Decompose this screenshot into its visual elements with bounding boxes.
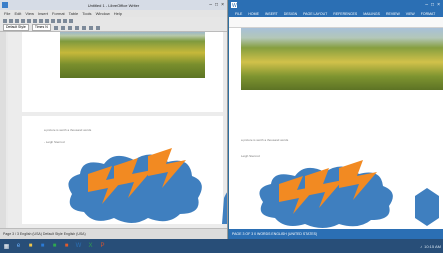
quote-text: a picture is worth a thousand words bbox=[44, 128, 92, 132]
print-icon[interactable] bbox=[21, 18, 25, 23]
ribbon-tab-bar: FILE HOME INSERT DESIGN PAGE LAYOUT REFE… bbox=[229, 10, 443, 17]
cloud-lightning-graphic bbox=[259, 160, 439, 228]
menu-window[interactable]: Window bbox=[96, 11, 110, 16]
menu-tools[interactable]: Tools bbox=[82, 11, 91, 16]
ie-icon[interactable]: e bbox=[14, 241, 23, 251]
word-app-icon: W bbox=[231, 2, 237, 8]
tab-mailings[interactable]: MAILINGS bbox=[363, 12, 380, 16]
cloud-lightning-graphic bbox=[68, 148, 227, 224]
cut-icon[interactable] bbox=[27, 18, 31, 23]
right-window-controls: – □ × bbox=[425, 2, 443, 8]
menu-format[interactable]: Format bbox=[52, 11, 65, 16]
redo-icon[interactable] bbox=[51, 18, 55, 23]
menu-insert[interactable]: Insert bbox=[38, 11, 48, 16]
calc-icon[interactable]: ■ bbox=[50, 241, 59, 251]
clock[interactable]: 10:15 AM bbox=[424, 244, 441, 249]
menu-table[interactable]: Table bbox=[69, 11, 79, 16]
right-status-bar: PAGE 3 OF 3 0 WORDS ENGLISH (UNITED STAT… bbox=[229, 229, 443, 239]
writer-app-icon bbox=[2, 2, 8, 8]
maximize-icon[interactable]: □ bbox=[215, 2, 218, 8]
close-icon[interactable]: × bbox=[221, 2, 224, 8]
copy-icon[interactable] bbox=[33, 18, 37, 23]
word-icon[interactable]: W bbox=[74, 241, 83, 251]
windows-taskbar: ▦ e ■ ■ ■ ■ W X P ♪ 10:15 AM bbox=[0, 239, 443, 253]
font-name-combo[interactable]: Times N bbox=[31, 24, 51, 31]
paste-icon[interactable] bbox=[39, 18, 43, 23]
underline-icon[interactable] bbox=[67, 25, 72, 30]
menu-file[interactable]: File bbox=[4, 11, 10, 16]
right-document-area[interactable]: a picture is worth a thousand words Leig… bbox=[229, 28, 443, 229]
system-tray: ♪ 10:15 AM bbox=[420, 244, 443, 249]
left-window-controls: – □ × bbox=[209, 2, 227, 8]
tab-insert[interactable]: INSERT bbox=[265, 12, 278, 16]
powerpoint-icon[interactable]: P bbox=[98, 241, 107, 251]
image-icon[interactable] bbox=[63, 18, 67, 23]
maximize-icon[interactable]: □ bbox=[431, 2, 434, 8]
align-left-icon[interactable] bbox=[74, 25, 79, 30]
tab-format[interactable]: FORMAT bbox=[421, 12, 436, 16]
meadow-photo bbox=[241, 28, 443, 90]
table-icon[interactable] bbox=[57, 18, 61, 23]
tab-references[interactable]: REFERENCES bbox=[333, 12, 357, 16]
writer-icon[interactable]: ■ bbox=[38, 241, 47, 251]
partial-shape bbox=[222, 192, 227, 224]
paragraph-style-combo[interactable]: Default Style bbox=[3, 24, 29, 31]
open-icon[interactable] bbox=[9, 18, 13, 23]
folder-icon[interactable]: ■ bbox=[26, 241, 35, 251]
excel-icon[interactable]: X bbox=[86, 241, 95, 251]
left-window-title: Untitled 1 - LibreOffice Writer bbox=[87, 2, 140, 8]
standard-toolbar bbox=[0, 17, 227, 24]
document-page-1 bbox=[22, 32, 223, 112]
new-icon[interactable] bbox=[3, 18, 7, 23]
align-center-icon[interactable] bbox=[81, 25, 86, 30]
hexagon-shape bbox=[415, 188, 439, 226]
menu-view[interactable]: View bbox=[25, 11, 34, 16]
chart-icon[interactable] bbox=[69, 18, 73, 23]
word-window: W – □ × FILE HOME INSERT DESIGN PAGE LAY… bbox=[229, 0, 443, 239]
align-right-icon[interactable] bbox=[88, 25, 93, 30]
left-status-bar: Page 3 / 3 English (USA) Default Style E… bbox=[0, 228, 227, 239]
left-menu-bar: File Edit View Insert Format Table Tools… bbox=[0, 10, 227, 17]
minimize-icon[interactable]: – bbox=[425, 2, 428, 8]
menu-help[interactable]: Help bbox=[114, 11, 122, 16]
menu-edit[interactable]: Edit bbox=[14, 11, 21, 16]
document-page-2: a picture is worth a thousand words - Le… bbox=[22, 116, 227, 224]
italic-icon[interactable] bbox=[60, 25, 65, 30]
right-title-bar: W – □ × bbox=[229, 0, 443, 10]
font-color-icon[interactable] bbox=[95, 25, 100, 30]
tab-review[interactable]: REVIEW bbox=[386, 12, 400, 16]
impress-icon[interactable]: ■ bbox=[62, 241, 71, 251]
quote-text: a picture is worth a thousand words bbox=[241, 138, 289, 142]
tab-view[interactable]: VIEW bbox=[406, 12, 415, 16]
bold-icon[interactable] bbox=[53, 25, 58, 30]
formatting-toolbar: Default Style Times N bbox=[0, 24, 227, 32]
left-title-bar: Untitled 1 - LibreOffice Writer – □ × bbox=[0, 0, 227, 10]
close-icon[interactable]: × bbox=[437, 2, 440, 8]
left-document-area[interactable]: a picture is worth a thousand words - Le… bbox=[8, 32, 227, 228]
undo-icon[interactable] bbox=[45, 18, 49, 23]
left-vertical-ruler bbox=[0, 32, 6, 228]
tab-design[interactable]: DESIGN bbox=[284, 12, 297, 16]
libreoffice-writer-window: Untitled 1 - LibreOffice Writer – □ × Fi… bbox=[0, 0, 228, 239]
tab-file[interactable]: FILE bbox=[235, 12, 242, 16]
start-icon[interactable]: ▦ bbox=[2, 241, 11, 251]
minimize-icon[interactable]: – bbox=[209, 2, 212, 8]
meadow-photo bbox=[60, 32, 205, 78]
tab-page-layout[interactable]: PAGE LAYOUT bbox=[303, 12, 327, 16]
save-icon[interactable] bbox=[15, 18, 19, 23]
svg-text:W: W bbox=[232, 3, 237, 8]
ribbon-panel bbox=[229, 17, 443, 28]
tab-home[interactable]: HOME bbox=[248, 12, 259, 16]
volume-icon[interactable]: ♪ bbox=[420, 244, 422, 249]
